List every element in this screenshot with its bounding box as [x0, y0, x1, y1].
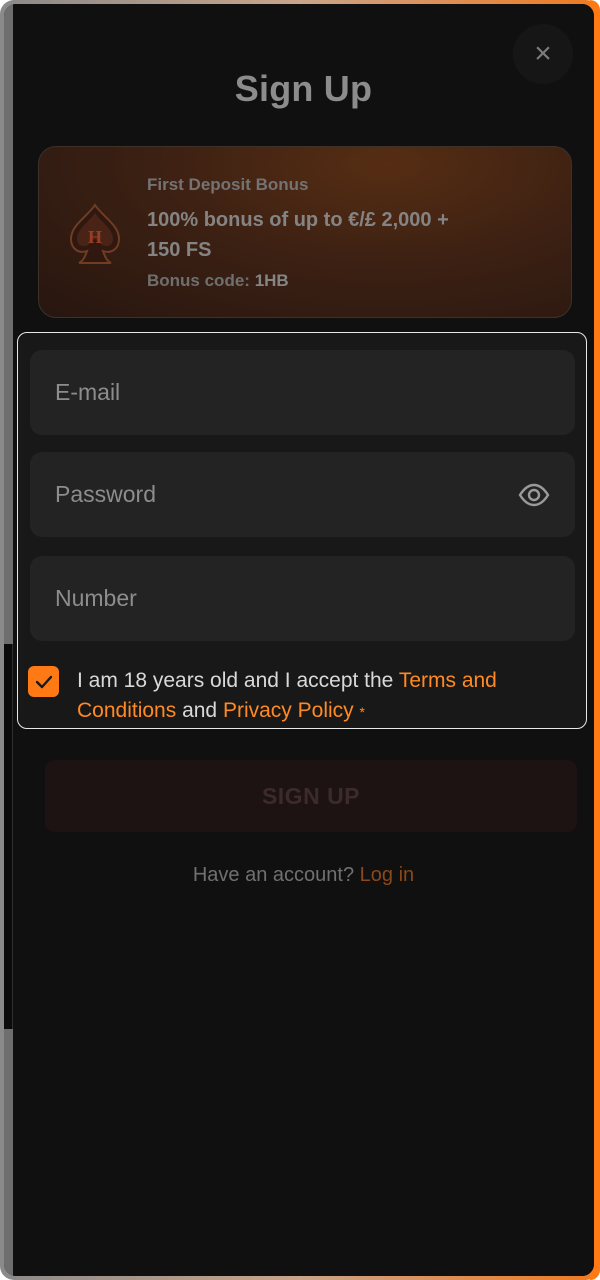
eye-icon[interactable]: [518, 479, 550, 511]
password-input[interactable]: [55, 481, 495, 508]
consent-text-middle: and: [176, 699, 223, 722]
bonus-code-label: Bonus code:: [147, 271, 250, 290]
signup-modal: Sign Up × H First Deposit Bonus 100% bon…: [13, 4, 594, 1276]
close-button[interactable]: ×: [513, 24, 573, 84]
signup-button[interactable]: SIGN UP: [45, 760, 577, 832]
bonus-code-value: 1HB: [254, 271, 289, 290]
bonus-label: First Deposit Bonus: [147, 175, 309, 194]
signup-form: I am 18 years old and I accept the Terms…: [17, 332, 587, 729]
email-field[interactable]: [30, 350, 575, 435]
login-link[interactable]: Log in: [360, 864, 415, 886]
svg-text:H: H: [88, 227, 102, 247]
bonus-offer: 100% bonus of up to €/£ 2,000 + 150 FS: [147, 209, 449, 261]
spade-logo-icon: H: [69, 203, 121, 264]
screen: Sign Up × H First Deposit Bonus 100% bon…: [4, 4, 594, 1276]
number-field[interactable]: [30, 556, 575, 641]
left-edge-dark: [4, 644, 13, 1029]
login-prompt: Have an account? Log in: [13, 864, 594, 887]
have-account-text: Have an account?: [192, 864, 355, 886]
bonus-code: Bonus code: 1HB: [147, 271, 289, 291]
close-icon: ×: [534, 37, 552, 70]
left-edge: [4, 4, 13, 1276]
consent-checkbox[interactable]: [28, 666, 59, 697]
checkmark-icon: [35, 675, 52, 688]
number-input[interactable]: [55, 585, 495, 612]
password-field[interactable]: [30, 452, 575, 537]
consent-text-start: I am 18 years old and I accept the: [77, 669, 399, 692]
modal-title: Sign Up: [234, 68, 373, 109]
email-input[interactable]: [55, 379, 495, 406]
privacy-policy-link[interactable]: Privacy Policy: [223, 699, 354, 722]
consent-text: I am 18 years old and I accept the Terms…: [77, 666, 547, 727]
required-mark: *: [359, 704, 365, 720]
bonus-card: H First Deposit Bonus 100% bonus of up t…: [38, 146, 572, 318]
